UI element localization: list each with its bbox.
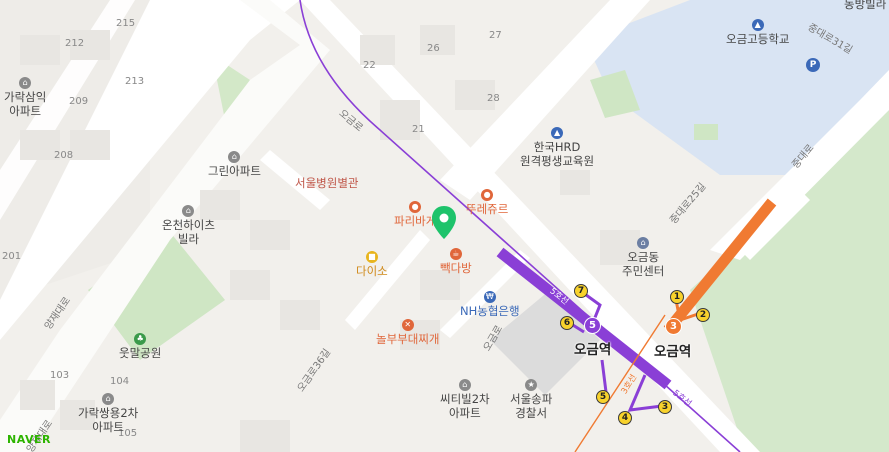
building-number: 208 xyxy=(54,150,74,161)
poi-wutmal-park[interactable]: ♣ 웃말공원 xyxy=(119,330,161,360)
exit-marker[interactable]: 2 xyxy=(696,308,710,322)
poi-tous-les-jours[interactable]: ● 뚜레쥬르 xyxy=(466,186,508,216)
park-icon: ♣ xyxy=(134,333,147,345)
bakery-icon: ● xyxy=(409,201,422,213)
building-icon: ⌂ xyxy=(228,151,241,163)
building-icon: ⌂ xyxy=(182,205,195,217)
exit-marker[interactable]: 6 xyxy=(560,316,574,330)
exit-marker[interactable]: 4 xyxy=(618,411,632,425)
building-icon: ⌂ xyxy=(458,379,471,391)
poi-ogeum-high-school[interactable]: ▲ 오금고등학교 xyxy=(726,16,789,46)
poi-label: NH농협은행 xyxy=(460,304,520,318)
building-number: 209 xyxy=(69,96,89,107)
bank-icon: ₩ xyxy=(483,291,496,303)
map-canvas[interactable]: 215 212 213 209 208 201 26 27 22 28 21 1… xyxy=(0,0,889,452)
building-icon: ⌂ xyxy=(19,77,32,89)
building-number: 104 xyxy=(110,376,130,387)
poi-label: 씨티빌2차 아파트 xyxy=(440,392,490,420)
poi-green-apartment[interactable]: ⌂ 그린아파트 xyxy=(208,148,261,178)
poi-label: 한국HRD 원격평생교육원 xyxy=(520,140,595,168)
poi-label: 온천하이츠 빌라 xyxy=(162,218,215,246)
naver-logo: NAVER xyxy=(7,433,51,446)
poi-label: 빽다방 xyxy=(440,261,472,275)
poi-label: 서울병원별관 xyxy=(295,176,359,190)
poi-label: 다이소 xyxy=(356,264,388,278)
poi-citivil-apartment[interactable]: ⌂ 씨티빌2차 아파트 xyxy=(440,376,490,420)
exit-marker[interactable]: 5 xyxy=(596,390,610,404)
poi-label: 오금동 주민센터 xyxy=(622,250,665,278)
building-number: 28 xyxy=(487,93,500,104)
poi-label: 파리바게 xyxy=(394,214,437,228)
government-icon: ⌂ xyxy=(637,237,650,249)
building-number: 213 xyxy=(125,76,145,87)
poi-nh-bank[interactable]: ₩ NH농협은행 xyxy=(460,288,520,318)
poi-songpa-police[interactable]: ★ 서울송파 경찰서 xyxy=(510,376,552,420)
poi-label: 웃말공원 xyxy=(119,346,162,360)
poi-daiso[interactable]: ■ 다이소 xyxy=(356,248,388,278)
building-number: 26 xyxy=(427,43,440,54)
exit-marker[interactable]: 3 xyxy=(658,400,672,414)
building-number: 103 xyxy=(50,370,70,381)
building-number: 21 xyxy=(412,124,425,135)
bakery-icon: ● xyxy=(481,189,494,201)
poi-paekdabang[interactable]: ☕ 빽다방 xyxy=(440,245,472,275)
poi-dongbang-villa[interactable]: 동방빌라 xyxy=(844,0,886,11)
poi-label: 동방빌라 xyxy=(844,0,887,11)
building-number: 215 xyxy=(116,18,136,29)
restaurant-icon: ✕ xyxy=(401,319,414,331)
shopping-icon: ■ xyxy=(365,251,378,263)
line5-station-badge[interactable]: 5 xyxy=(584,317,601,334)
poi-seoul-hospital-annex[interactable]: 서울병원별관 xyxy=(295,176,358,190)
poi-label: 뚜레쥬르 xyxy=(466,202,509,216)
school-icon: ▲ xyxy=(751,19,764,31)
station-name-ogeum-line3[interactable]: 오금역 xyxy=(654,340,691,360)
poi-nolbu[interactable]: ✕ 놀부부대찌개 xyxy=(376,316,439,346)
poi-label: 그린아파트 xyxy=(208,164,261,178)
poi-garaksamik-apartment[interactable]: ⌂ 가락삼익 아파트 xyxy=(4,74,46,118)
exit-marker[interactable]: 7 xyxy=(574,284,588,298)
station-name-ogeum-line5[interactable]: 오금역 xyxy=(574,338,611,358)
poi-korea-hrd[interactable]: ▲ 한국HRD 원격평생교육원 xyxy=(520,124,594,168)
poi-paris-baguette[interactable]: ● 파리바게 xyxy=(394,198,436,228)
building-number: 22 xyxy=(363,60,376,71)
school-icon: ▲ xyxy=(551,127,564,139)
building-number: 201 xyxy=(2,251,22,262)
building-number: 212 xyxy=(65,38,85,49)
line3-station-badge[interactable]: 3 xyxy=(665,318,682,335)
building-icon: ⌂ xyxy=(102,393,115,405)
poi-garak-ssangyong[interactable]: ⌂ 가락쌍용2차 아파트 xyxy=(78,390,138,434)
poi-eoncheon-villa[interactable]: ⌂ 온천하이츠 빌라 xyxy=(162,202,215,246)
cafe-icon: ☕ xyxy=(449,248,462,260)
poi-label: 오금고등학교 xyxy=(726,32,790,46)
building-number: 27 xyxy=(489,30,502,41)
exit-marker[interactable]: 1 xyxy=(670,290,684,304)
parking-icon[interactable]: P xyxy=(806,58,820,72)
poi-label: 가락삼익 아파트 xyxy=(4,90,47,118)
police-icon: ★ xyxy=(525,379,538,391)
poi-label: 서울송파 경찰서 xyxy=(510,392,553,420)
poi-label: 놀부부대찌개 xyxy=(376,332,440,346)
poi-label: 가락쌍용2차 아파트 xyxy=(78,406,139,434)
poi-ogeum-community-center[interactable]: ⌂ 오금동 주민센터 xyxy=(622,234,664,278)
location-marker-icon[interactable] xyxy=(431,205,457,241)
